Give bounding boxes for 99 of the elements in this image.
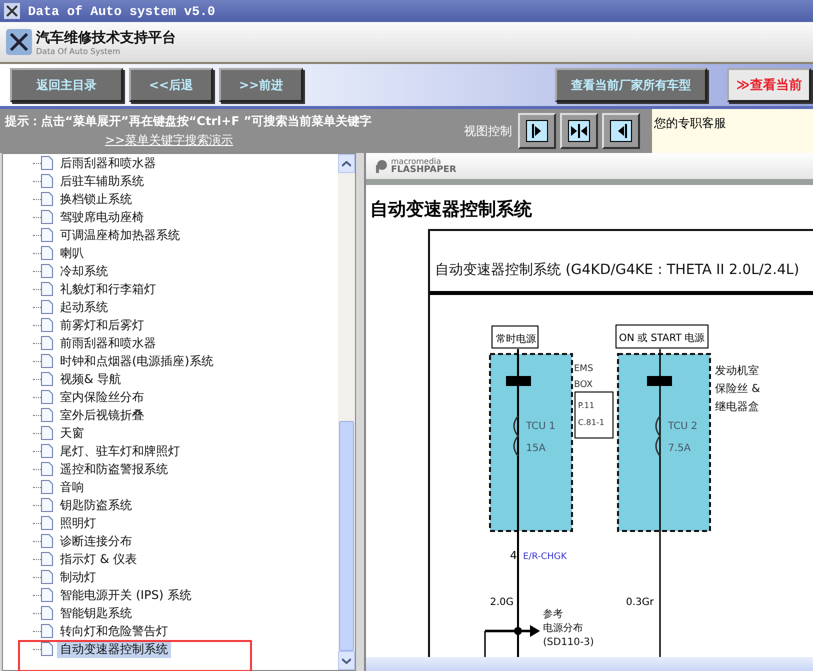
app-title: 汽车维修技术支持平台 xyxy=(36,28,176,46)
supply-label-text: ON 或 START 电源 xyxy=(619,333,705,344)
fuse-bar xyxy=(647,376,672,386)
box-label: EMS BOX xyxy=(574,364,594,390)
tree-item[interactable]: 指示灯 & 仪表 xyxy=(57,550,140,568)
scroll-up-icon[interactable] xyxy=(338,154,355,173)
view-button[interactable] xyxy=(602,113,640,149)
page-icon xyxy=(41,444,53,458)
box-label: 发动机室 保险丝 & 继电器盒 xyxy=(715,364,760,413)
page-icon xyxy=(41,516,53,530)
reference-box xyxy=(574,392,614,438)
page-icon xyxy=(41,210,53,224)
supply-label xyxy=(492,326,538,348)
brand-text: macromedia xyxy=(391,157,442,166)
tree-item[interactable]: 制动灯 xyxy=(57,568,99,586)
fuse-symbol xyxy=(513,416,519,456)
tree-item[interactable]: 时钟和点烟器(电源插座)系统 xyxy=(57,352,216,370)
service-text: 您的专职客服 xyxy=(654,115,726,132)
page-icon xyxy=(41,588,53,602)
page-icon xyxy=(41,372,53,386)
view-button[interactable] xyxy=(560,113,598,149)
tree-item[interactable]: 后雨刮器和喷水器 xyxy=(57,154,159,172)
tree-item[interactable]: 换档锁止系统 xyxy=(57,190,135,208)
app-subtitle: Data Of Auto System xyxy=(36,46,122,56)
page-icon xyxy=(41,192,53,206)
pin-number: 4 xyxy=(510,549,517,562)
page-icon xyxy=(41,552,53,566)
hint-text: 提示：点击“菜单展开”再在键盘按“Ctrl+F ”可搜索当前菜单关键字 xyxy=(5,113,373,130)
diagram-title: 自动变速器控制系统 (G4KD/G4KE : THETA II 2.0L/2.4L) xyxy=(435,262,800,278)
page-icon xyxy=(41,336,53,350)
nav-button[interactable]: >>前进 xyxy=(219,68,303,102)
wire-label: 0.3Gr xyxy=(626,597,654,608)
fuse-symbol xyxy=(655,416,661,456)
tree-item[interactable]: 天窗 xyxy=(57,424,87,442)
page-icon xyxy=(41,318,53,332)
page-icon xyxy=(41,408,53,422)
model-button[interactable]: ≫查看当前 xyxy=(727,68,811,102)
page-icon xyxy=(41,390,53,404)
scrollbar[interactable] xyxy=(338,154,355,670)
page-icon xyxy=(41,282,53,296)
tree-item[interactable]: 视频& 导航 xyxy=(57,370,124,388)
junction-arrow xyxy=(485,625,540,637)
page-icon xyxy=(41,354,53,368)
fuse-label: TCU 2 7.5A xyxy=(668,421,698,454)
fuse-bar xyxy=(506,376,531,386)
reference-box-text: P.11 C.81-1 xyxy=(578,401,604,427)
page-icon xyxy=(41,426,53,440)
page-icon xyxy=(41,300,53,314)
document-heading: 自动变速器控制系统 xyxy=(370,198,533,221)
tree-item[interactable]: 转向灯和危险警告灯 xyxy=(57,622,171,640)
wire-label: 2.0G xyxy=(490,597,514,608)
tree-item[interactable]: 智能钥匙系统 xyxy=(57,604,135,622)
wire xyxy=(484,631,486,657)
model-button[interactable]: 查看当前厂家所有车型 xyxy=(555,68,707,102)
tree-item[interactable]: 照明灯 xyxy=(57,514,99,532)
supply-label-text: 常时电源 xyxy=(496,334,536,345)
tree-item[interactable]: 室外后视镜折叠 xyxy=(57,406,147,424)
page-icon xyxy=(41,480,53,494)
horizontal-scrollbar[interactable] xyxy=(366,657,813,671)
tree-item[interactable]: 冷却系统 xyxy=(57,262,111,280)
page-icon xyxy=(41,624,53,638)
page-icon xyxy=(41,174,53,188)
tree-item[interactable]: 室内保险丝分布 xyxy=(57,388,147,406)
page-icon xyxy=(41,642,53,656)
logo-icon xyxy=(374,159,388,173)
tree-item[interactable]: 诊断连接分布 xyxy=(57,532,135,550)
scroll-thumb[interactable] xyxy=(339,421,354,651)
tree-item[interactable]: 礼貌灯和行李箱灯 xyxy=(57,280,159,298)
tree-item[interactable]: 前雾灯和后雾灯 xyxy=(57,316,147,334)
tree-item[interactable]: 遥控和防盗警报系统 xyxy=(57,460,171,478)
connector-label: E/R-CHGK xyxy=(523,552,567,562)
tree-item[interactable]: 尾灯、驻车灯和牌照灯 xyxy=(57,442,183,460)
page-icon xyxy=(41,156,53,170)
tree-item[interactable]: 喇叭 xyxy=(57,244,87,262)
brand-text: FLASHPAPER xyxy=(391,166,456,175)
page-icon xyxy=(41,534,53,548)
reference-note: 参考 电源分布 (SD110-3) xyxy=(543,609,594,648)
page-icon xyxy=(41,570,53,584)
tree-item[interactable]: 后驻车辅助系统 xyxy=(57,172,147,190)
view-control-label: 视图控制 xyxy=(464,122,512,140)
page-icon xyxy=(41,498,53,512)
tree-item[interactable]: 钥匙防盗系统 xyxy=(57,496,135,514)
tree-item[interactable]: 可调温座椅加热器系统 xyxy=(57,226,183,244)
tree-item[interactable]: 起动系统 xyxy=(57,298,111,316)
page-icon xyxy=(41,264,53,278)
page-icon xyxy=(41,462,53,476)
page-icon xyxy=(41,606,53,620)
tree-item[interactable]: 音响 xyxy=(57,478,87,496)
window-title: Data of Auto system v5.0 xyxy=(28,4,216,18)
page-icon xyxy=(41,246,53,260)
fuse-label: TCU 1 15A xyxy=(526,421,556,454)
tree-item[interactable]: 驾驶席电动座椅 xyxy=(57,208,147,226)
tree-item[interactable]: 前雨刮器和喷水器 xyxy=(57,334,159,352)
nav-button[interactable]: <<后退 xyxy=(129,68,213,102)
page-icon xyxy=(41,228,53,242)
tree-item[interactable]: 智能电源开关 (IPS) 系统 xyxy=(57,586,194,604)
scroll-down-icon[interactable] xyxy=(338,651,355,670)
nav-button[interactable]: 返回主目录 xyxy=(10,68,123,102)
view-button[interactable] xyxy=(518,113,556,149)
